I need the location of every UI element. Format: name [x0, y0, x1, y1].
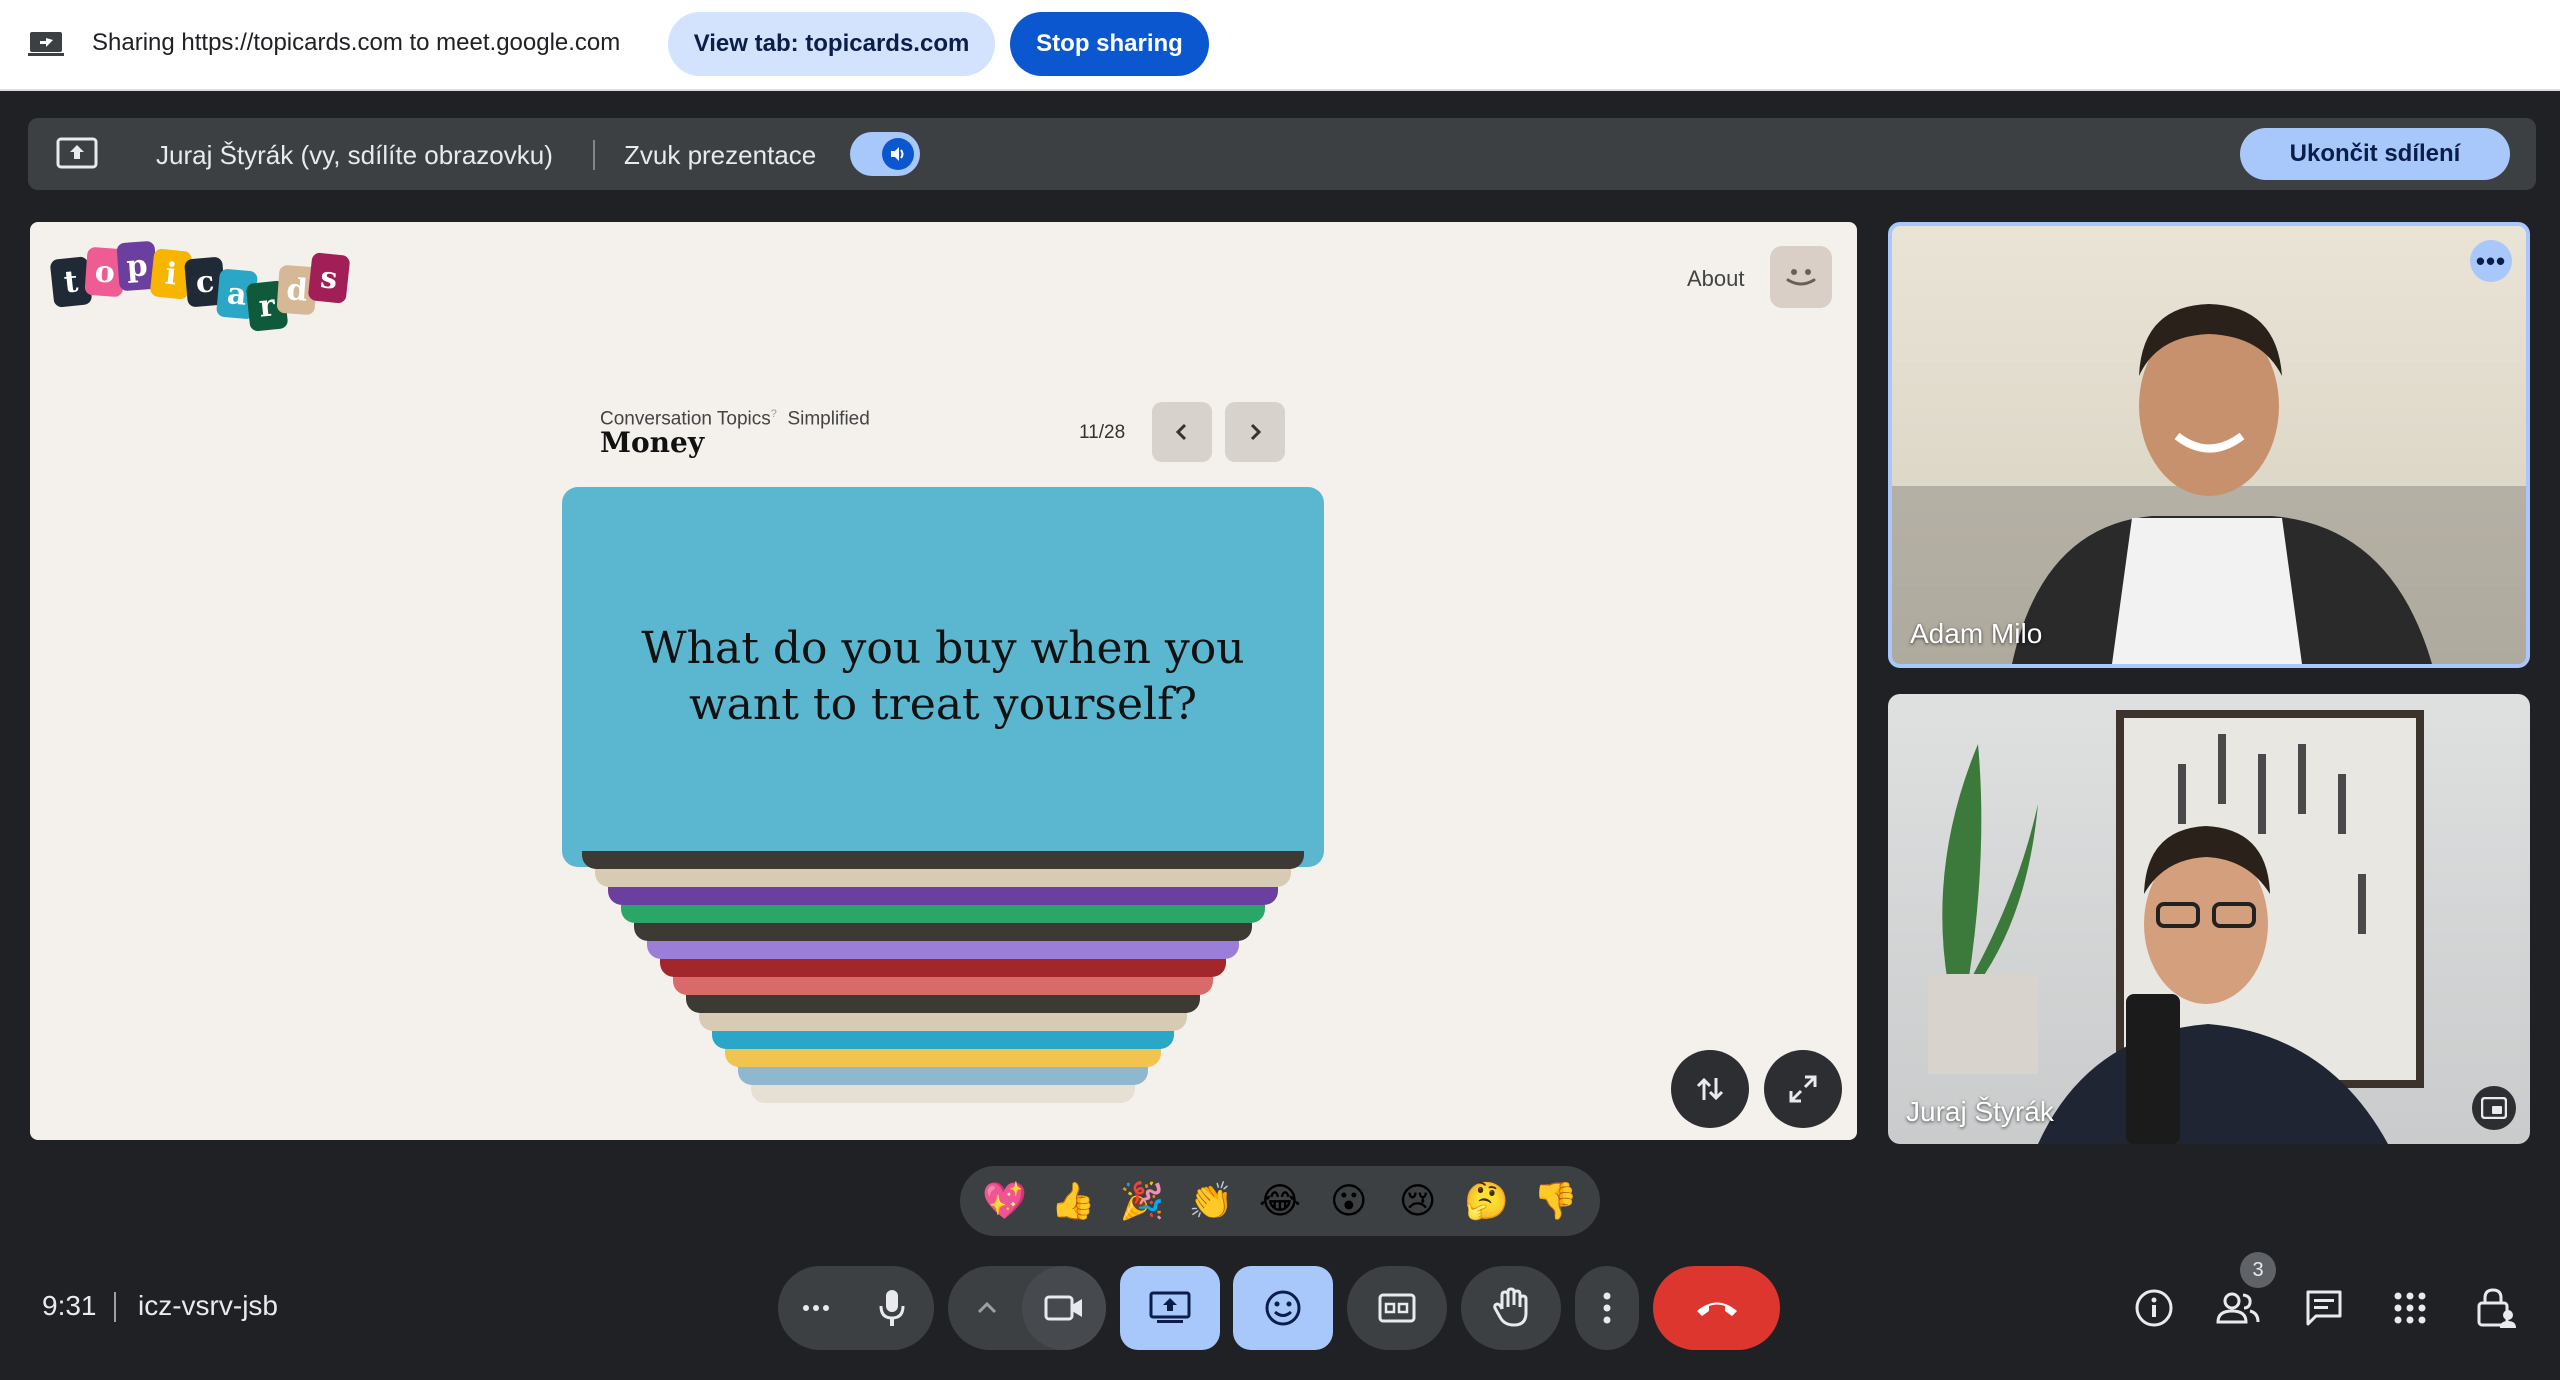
- camera-settings-group: [948, 1266, 1106, 1350]
- topic-title: Money: [600, 426, 705, 459]
- participant-tile-juraj[interactable]: Juraj Štyrák: [1888, 694, 2530, 1144]
- people-icon: [2216, 1292, 2260, 1324]
- stacked-card-edge: [660, 959, 1226, 977]
- hang-up-icon: [1696, 1302, 1737, 1316]
- reaction-emoji-button[interactable]: 🎉: [1112, 1180, 1172, 1222]
- mode-label[interactable]: Simplified: [787, 408, 869, 429]
- apps-grid-icon: [2394, 1292, 2426, 1324]
- presenter-name: Juraj Štyrák (vy, sdílíte obrazovku): [156, 140, 553, 170]
- host-controls-button[interactable]: [2468, 1280, 2524, 1336]
- participant-video: [1928, 710, 2424, 1144]
- reaction-emoji-button[interactable]: 😢: [1388, 1181, 1448, 1222]
- chevron-right-icon: [1250, 423, 1262, 441]
- participant-name: Juraj Štyrák: [1906, 1096, 2054, 1127]
- camera-icon: [1044, 1295, 1082, 1321]
- previous-card-button[interactable]: [1152, 402, 1212, 462]
- fullscreen-button[interactable]: [1764, 1050, 1842, 1128]
- chrome-sharing-bar: Sharing https://topicards.com to meet.go…: [0, 0, 2560, 91]
- stacked-card-edge: [699, 1013, 1187, 1031]
- info-icon: [2135, 1289, 2173, 1327]
- reaction-emoji-button[interactable]: 🤔: [1457, 1180, 1517, 1222]
- view-tab-button[interactable]: View tab: topicards.com: [668, 12, 995, 76]
- present-screen-icon: [56, 137, 98, 169]
- reaction-emoji-button[interactable]: 💖: [974, 1180, 1034, 1222]
- more-vertical-icon: [1603, 1292, 1611, 1324]
- expand-icon: [1789, 1075, 1817, 1103]
- swap-layout-button[interactable]: [1671, 1050, 1749, 1128]
- swap-vertical-icon: [1696, 1077, 1724, 1101]
- stop-sharing-button[interactable]: Stop sharing: [1010, 12, 1209, 76]
- topic-card[interactable]: What do you buy when you want to treat y…: [562, 487, 1324, 867]
- present-screen-icon: [1149, 1291, 1191, 1323]
- stacked-card-edge: [725, 1049, 1161, 1067]
- stacked-card-edge: [582, 851, 1304, 869]
- closed-captions-icon: [1378, 1293, 1416, 1323]
- reaction-emoji-button[interactable]: 😮: [1319, 1181, 1379, 1222]
- stacked-card-edge: [712, 1031, 1174, 1049]
- audio-settings-group: [778, 1266, 934, 1350]
- emoji-icon: [1265, 1290, 1301, 1326]
- card-pager: 11/28: [1079, 422, 1126, 443]
- chevron-up-icon[interactable]: [976, 1301, 998, 1315]
- presentation-audio-toggle[interactable]: [850, 132, 920, 176]
- participant-video: [1892, 304, 2526, 664]
- more-horizontal-icon[interactable]: [800, 1302, 840, 1314]
- reactions-button[interactable]: [1233, 1266, 1333, 1350]
- picture-in-picture-icon[interactable]: [2472, 1086, 2516, 1130]
- logo-letter: s: [307, 252, 351, 304]
- reaction-emoji-button[interactable]: 😂: [1250, 1181, 1310, 1222]
- next-card-button[interactable]: [1225, 402, 1285, 462]
- presentation-bar: Juraj Štyrák (vy, sdílíte obrazovku) Zvu…: [28, 118, 2536, 190]
- smiley-icon[interactable]: [1770, 246, 1832, 308]
- chat-icon: [2306, 1290, 2342, 1326]
- card-question: What do you buy when you want to treat y…: [641, 623, 1245, 730]
- stacked-card-edge: [595, 869, 1291, 887]
- reaction-emoji-button[interactable]: 👏: [1181, 1180, 1241, 1222]
- participant-tile-adam[interactable]: Adam Milo •••: [1888, 222, 2530, 668]
- stacked-card-edge: [673, 977, 1213, 995]
- stacked-card-edge: [686, 995, 1200, 1013]
- meeting-details-button[interactable]: [2126, 1280, 2182, 1336]
- stacked-card-edge: [634, 923, 1252, 941]
- stacked-card-edge: [738, 1067, 1148, 1085]
- people-button[interactable]: [2210, 1280, 2266, 1336]
- microphone-icon: [879, 1290, 905, 1326]
- more-options-icon[interactable]: •••: [2470, 240, 2512, 282]
- stacked-card-edge: [621, 905, 1265, 923]
- topicards-logo[interactable]: topicards: [49, 236, 352, 336]
- divider: [114, 1292, 116, 1322]
- reaction-emoji-button[interactable]: 👍: [1043, 1180, 1103, 1222]
- presentation-audio-label: Zvuk prezentace: [624, 140, 817, 170]
- stacked-card-edge: [608, 887, 1278, 905]
- reaction-emoji-button[interactable]: 👎: [1525, 1180, 1585, 1222]
- captions-button[interactable]: [1347, 1266, 1447, 1350]
- about-link[interactable]: About: [1687, 266, 1745, 292]
- participant-name: Adam Milo: [1910, 618, 2043, 649]
- shared-tab-view: topicards About Conversation Topics? Sim…: [30, 222, 1857, 1140]
- screen-share-icon: [28, 32, 64, 56]
- stacked-card-edge: [751, 1085, 1135, 1103]
- more-options-button[interactable]: [1575, 1266, 1639, 1350]
- end-sharing-button[interactable]: Ukončit sdílení: [2240, 128, 2510, 180]
- meeting-time: 9:31: [42, 1290, 97, 1321]
- divider: [593, 140, 595, 170]
- present-button[interactable]: [1120, 1266, 1220, 1350]
- microphone-button[interactable]: [850, 1266, 934, 1350]
- camera-button[interactable]: [1022, 1266, 1106, 1350]
- meeting-code: icz-vsrv-jsb: [138, 1290, 278, 1321]
- stacked-card-edge: [647, 941, 1239, 959]
- sharing-status-text: Sharing https://topicards.com to meet.go…: [92, 29, 621, 56]
- hand-icon: [1493, 1287, 1528, 1327]
- leave-call-button[interactable]: [1653, 1266, 1780, 1350]
- raise-hand-button[interactable]: [1461, 1266, 1561, 1350]
- activities-button[interactable]: [2382, 1280, 2438, 1336]
- speaker-icon: [882, 138, 914, 170]
- lock-person-icon: [2477, 1288, 2516, 1328]
- category-help-mark[interactable]: ?: [771, 408, 777, 420]
- chat-button[interactable]: [2296, 1280, 2352, 1336]
- chevron-left-icon: [1175, 423, 1187, 441]
- reactions-bar: 💖 👍 🎉 👏 😂 😮 😢 🤔 👎: [960, 1166, 1600, 1236]
